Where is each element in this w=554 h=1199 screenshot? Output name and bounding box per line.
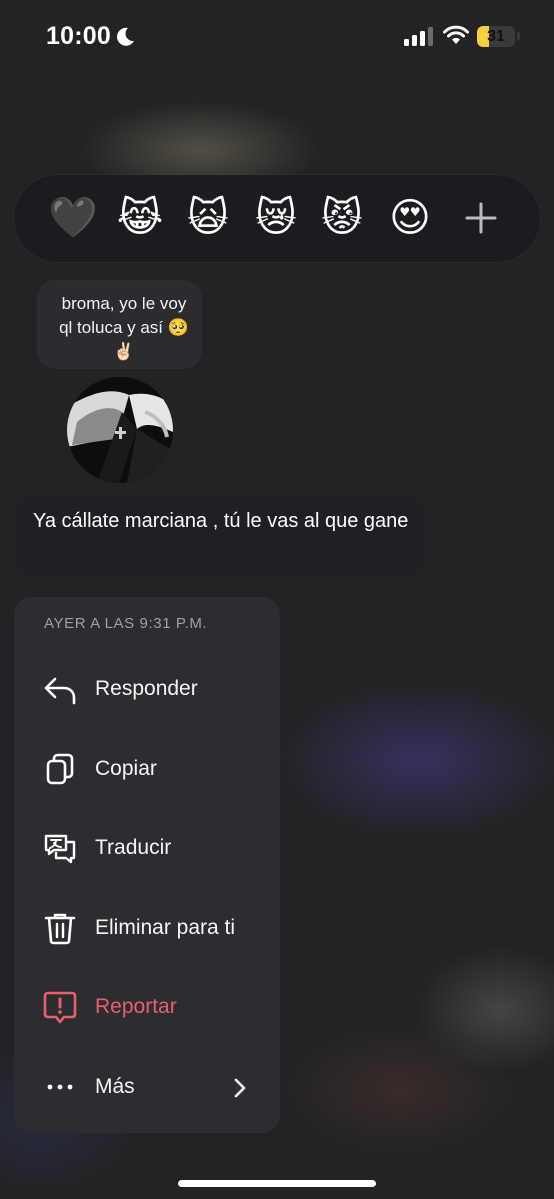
quoted-reply-text: broma, yo le voy ql toluca y así 🥺✌🏻 (59, 294, 189, 361)
context-menu: AYER A LAS 9:31 P.M. Responder Copiar Tr… (14, 597, 280, 1133)
more-icon (47, 1084, 73, 1090)
report-icon (43, 991, 77, 1024)
reaction-black-heart[interactable]: 🖤 (48, 194, 98, 242)
menu-item-more[interactable]: Más (14, 1049, 280, 1128)
reaction-cat-tears-of-joy[interactable]: 😹 (116, 194, 164, 242)
status-time: 10:00 (46, 22, 111, 50)
menu-item-label: Reportar (95, 995, 177, 1018)
reaction-crying-cat[interactable]: 😿 (252, 194, 300, 242)
quoted-reply-bubble: broma, yo le voy ql toluca y así 🥺✌🏻 (38, 281, 201, 368)
battery-nub (517, 32, 520, 40)
reply-icon (44, 677, 76, 705)
menu-item-translate[interactable]: Traducir (14, 810, 280, 889)
menu-item-label: Responder (95, 677, 198, 700)
home-indicator[interactable] (178, 1180, 376, 1187)
chevron-right-icon (234, 1078, 246, 1098)
menu-item-label: Copiar (95, 757, 157, 780)
menu-item-label: Traducir (95, 836, 172, 859)
trash-icon (44, 913, 76, 945)
menu-item-label: Más (95, 1075, 135, 1098)
copy-icon (46, 753, 74, 785)
menu-item-label: Eliminar para ti (95, 916, 236, 939)
status-bar: 10:00 31 (0, 0, 554, 74)
battery-level: 31 (487, 28, 505, 45)
avatar-image (67, 377, 173, 483)
selected-message-bubble: Ya cállate marciana , tú le vas al que g… (16, 495, 424, 577)
moon-icon (117, 27, 134, 46)
battery-icon: 31 (477, 26, 515, 47)
selected-message-text: Ya cállate marciana , tú le vas al que g… (33, 510, 409, 532)
translate-icon (44, 834, 76, 864)
wifi-icon (443, 25, 469, 44)
plus-icon[interactable] (461, 198, 501, 238)
reaction-weary-cat[interactable]: 🙀 (184, 194, 232, 242)
reaction-bar: 🖤 😹 🙀 😿 😾 😍 (14, 175, 540, 262)
reaction-heart-eyes[interactable]: 😍 (386, 194, 434, 242)
reaction-pouting-cat[interactable]: 😾 (318, 194, 366, 242)
cellular-signal-icon (404, 27, 433, 46)
menu-item-delete-for-you[interactable]: Eliminar para ti (14, 890, 280, 969)
message-timestamp: AYER A LAS 9:31 P.M. (44, 615, 208, 632)
menu-item-copy[interactable]: Copiar (14, 731, 280, 810)
avatar[interactable] (67, 377, 173, 483)
menu-item-reply[interactable]: Responder (14, 651, 280, 730)
menu-item-report[interactable]: Reportar (14, 969, 280, 1048)
